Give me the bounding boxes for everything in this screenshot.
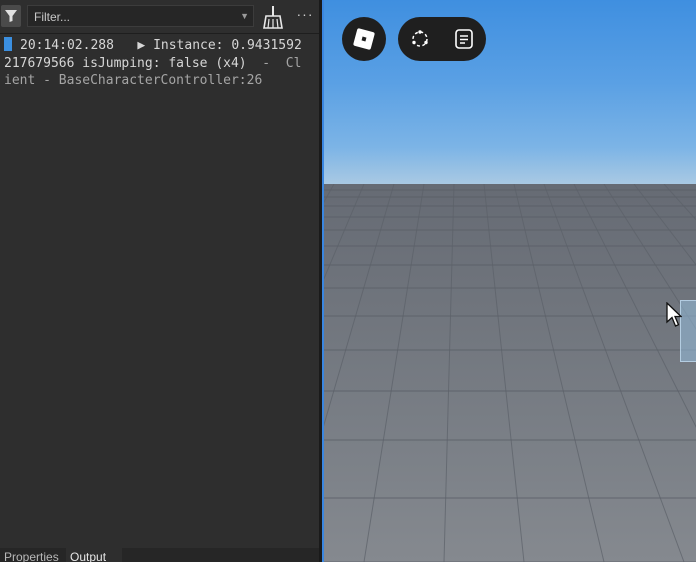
baseplate-ground xyxy=(324,184,696,562)
broom-icon xyxy=(263,6,283,29)
output-panel: Filter... ▼ ··· 20:14:02.288 ▶ Instance:… xyxy=(0,0,319,562)
roblox-menu-button[interactable] xyxy=(342,17,386,61)
output-log[interactable]: 20:14:02.288 ▶ Instance: 0.9431592217679… xyxy=(0,34,319,548)
tab-output[interactable]: Output xyxy=(66,548,122,562)
log-timestamp: 20:14:02.288 xyxy=(20,38,114,53)
panel-tab-bar: Properties Output xyxy=(0,548,319,562)
tab-properties[interactable]: Properties xyxy=(0,548,68,562)
clear-output-button[interactable] xyxy=(262,5,284,29)
output-toolbar: Filter... ▼ ··· xyxy=(0,0,319,34)
selfview-icon[interactable] xyxy=(408,27,432,51)
more-options-button[interactable]: ··· xyxy=(295,4,315,26)
character-part xyxy=(680,300,696,362)
log-level-marker xyxy=(4,37,12,51)
chat-icon[interactable] xyxy=(452,27,476,51)
ground-grid xyxy=(324,184,696,562)
filter-toggle-button[interactable] xyxy=(1,5,21,27)
funnel-icon xyxy=(5,10,17,22)
topbar-button-group xyxy=(398,17,486,61)
expand-arrow-icon[interactable]: ▶ xyxy=(137,38,145,53)
mouse-cursor-icon xyxy=(666,302,682,327)
log-entry[interactable]: 20:14:02.288 ▶ Instance: 0.9431592217679… xyxy=(4,37,304,90)
game-viewport[interactable] xyxy=(322,0,696,562)
chevron-down-icon[interactable]: ▼ xyxy=(240,11,249,21)
filter-input[interactable]: Filter... ▼ xyxy=(27,5,254,27)
roblox-logo-icon xyxy=(353,28,375,50)
filter-placeholder: Filter... xyxy=(34,10,71,24)
